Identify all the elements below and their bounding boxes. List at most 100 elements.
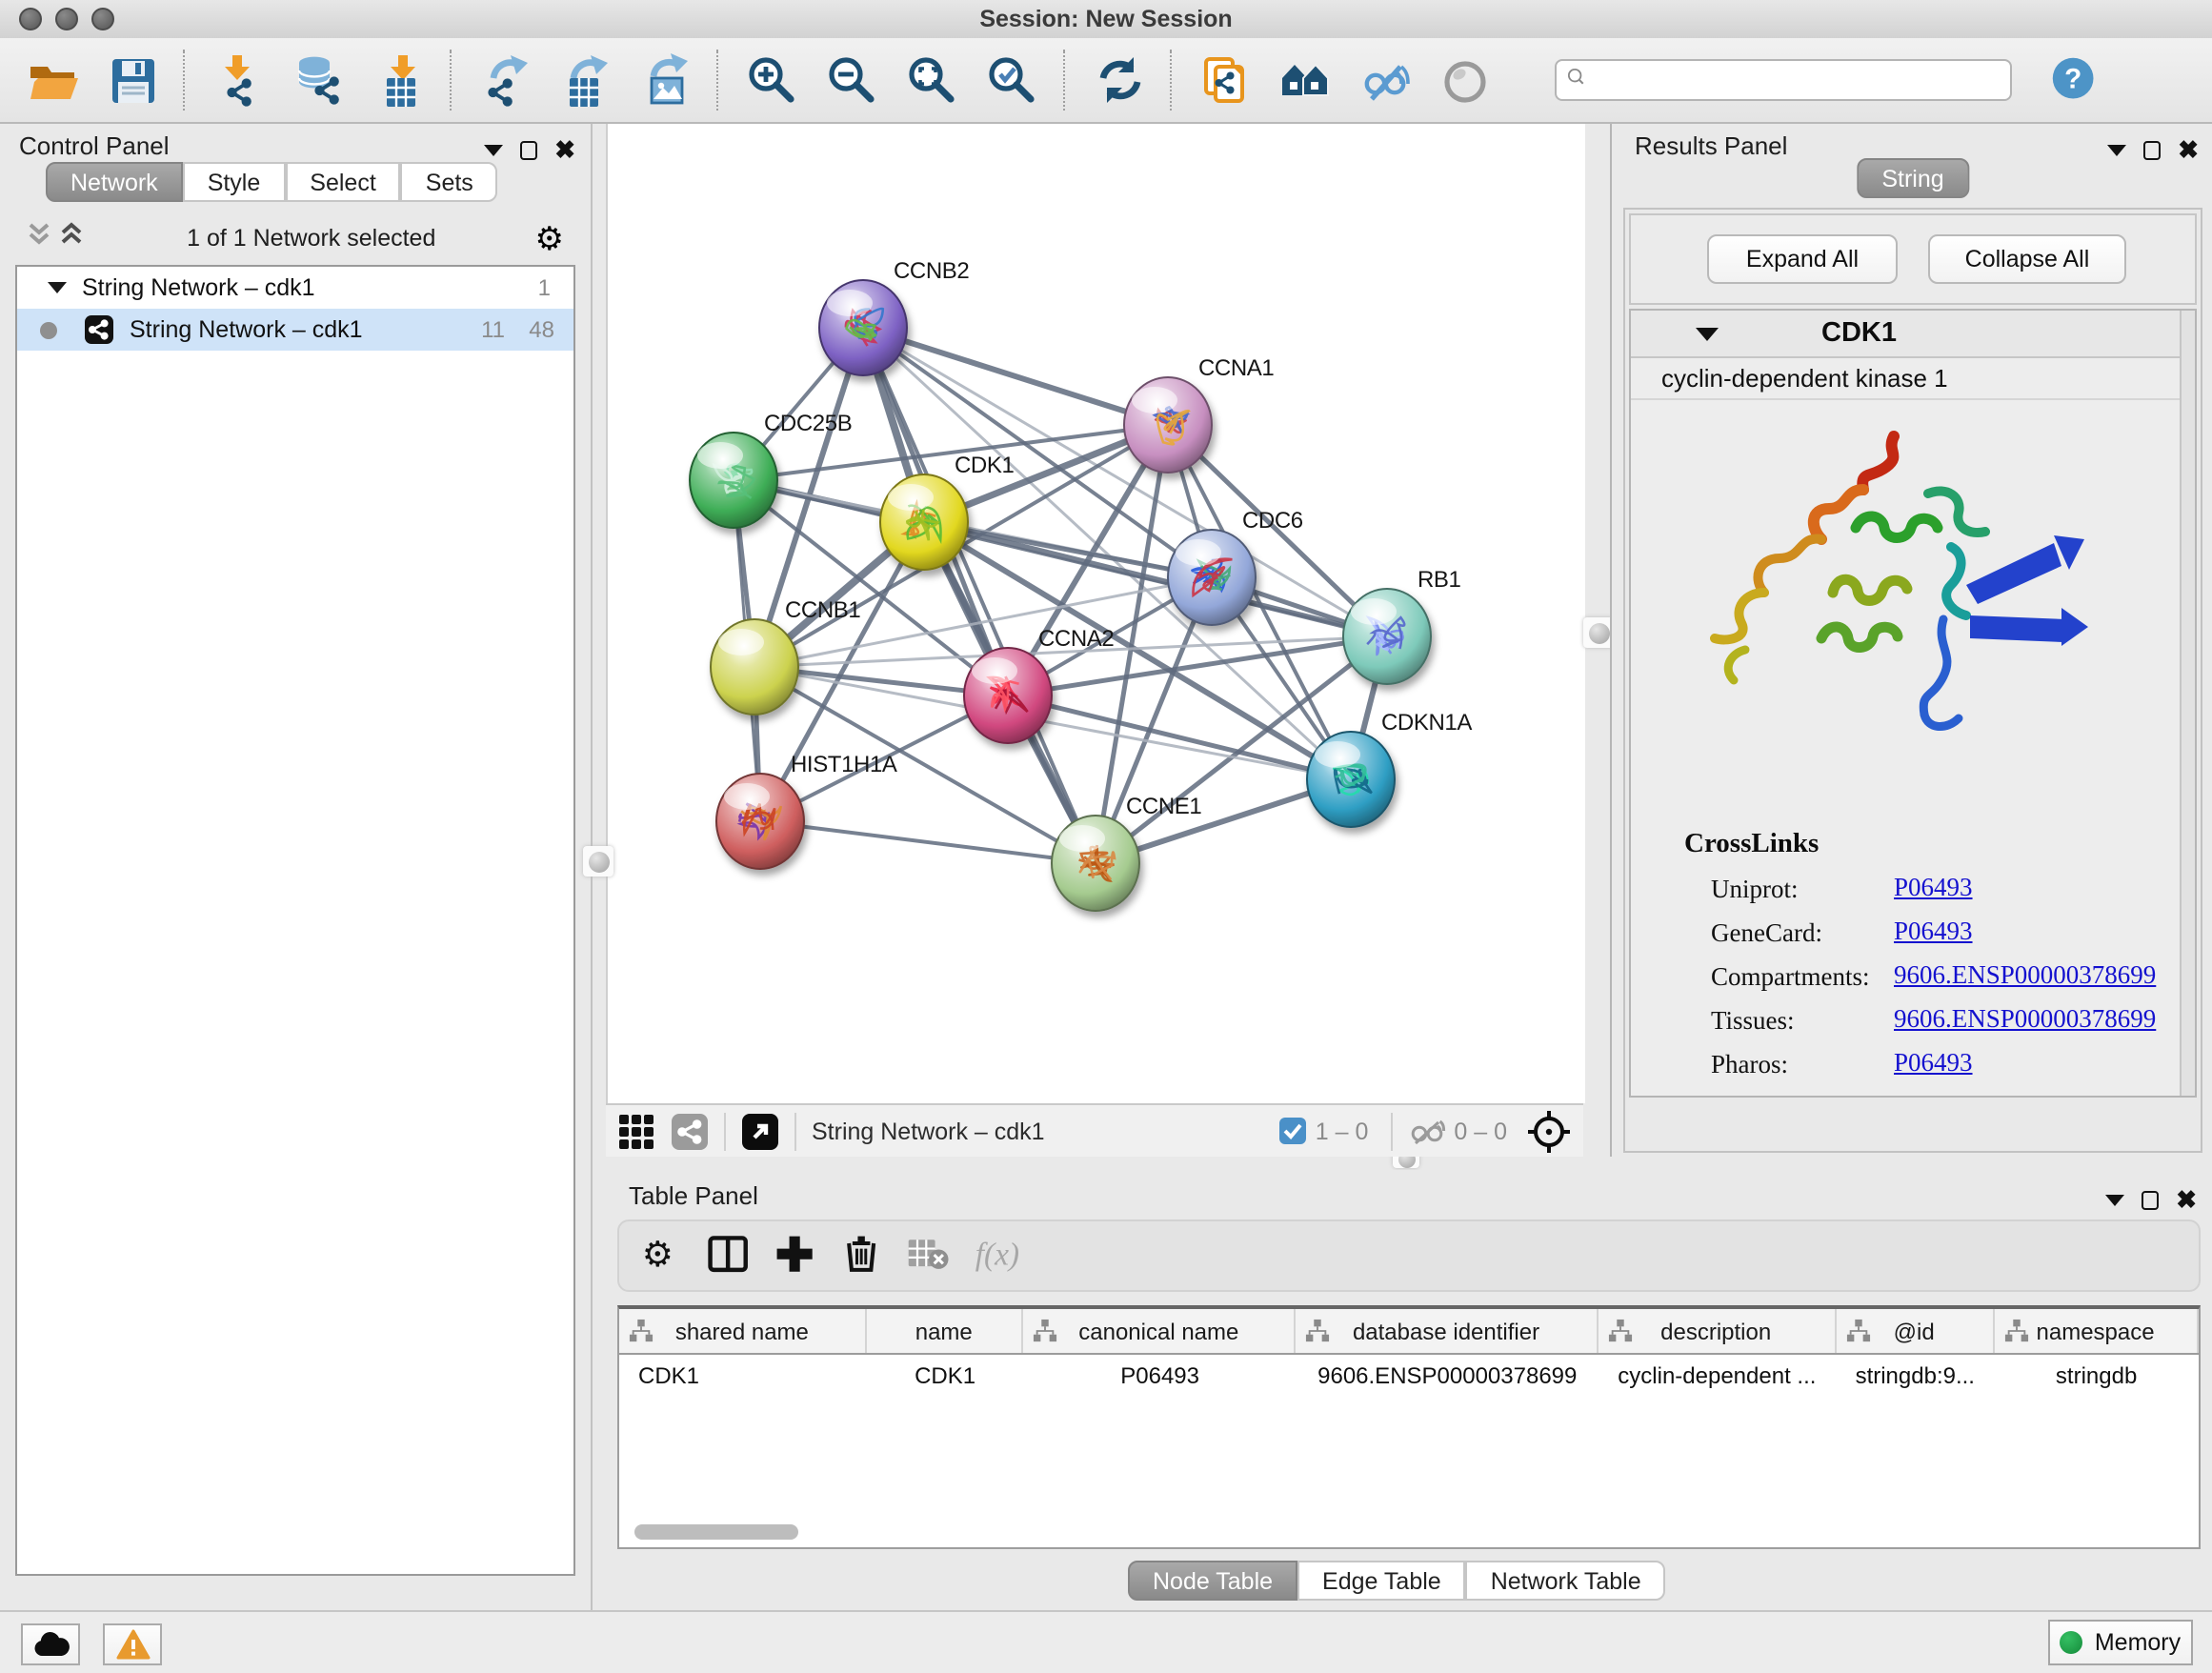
- node-CDK1[interactable]: CDK1: [880, 453, 1014, 570]
- cell-database-identifier[interactable]: 9606.ENSP00000378699: [1297, 1355, 1598, 1395]
- tab-node-table[interactable]: Node Table: [1128, 1561, 1297, 1601]
- save-session-button[interactable]: [99, 48, 164, 112]
- table-row[interactable]: CDK1CDK1P064939606.ENSP00000378699cyclin…: [619, 1355, 2199, 1395]
- edge-HIST1H1A-CCNE1[interactable]: [760, 821, 1096, 863]
- network-options-gear-icon[interactable]: ⚙: [535, 222, 565, 254]
- export-table-button[interactable]: [553, 48, 617, 112]
- expand-all-button[interactable]: Expand All: [1707, 234, 1898, 284]
- open-session-button[interactable]: [19, 48, 84, 112]
- column-header-@id[interactable]: @id: [1836, 1309, 1994, 1353]
- network-edges[interactable]: [734, 328, 1387, 863]
- minimize-panel-icon[interactable]: [484, 145, 503, 156]
- cell-name[interactable]: CDK1: [867, 1355, 1023, 1395]
- import-network-from-file-button[interactable]: [206, 48, 271, 112]
- hide-selected-button[interactable]: [1353, 48, 1418, 112]
- expand-all-networks-icon[interactable]: [59, 220, 84, 256]
- cell-canonical-name[interactable]: P06493: [1023, 1355, 1297, 1395]
- zoom-selected-button[interactable]: [979, 48, 1044, 112]
- float-panel-icon[interactable]: [2143, 141, 2161, 160]
- memory-button[interactable]: Memory: [2048, 1620, 2193, 1665]
- close-panel-icon[interactable]: ✖: [2176, 1191, 2197, 1210]
- zoom-in-button[interactable]: [739, 48, 804, 112]
- search-input[interactable]: [1555, 59, 2012, 101]
- delete-table-button[interactable]: [905, 1231, 955, 1280]
- node-CDKN1A[interactable]: CDKN1A: [1307, 710, 1472, 827]
- cell-shared-name[interactable]: CDK1: [619, 1355, 867, 1395]
- birds-eye-view-icon[interactable]: [617, 1112, 655, 1150]
- crosslink-value-link[interactable]: P06493: [1894, 873, 1973, 903]
- open-in-new-window-icon[interactable]: [741, 1112, 779, 1150]
- cell-description[interactable]: cyclin-dependent ...: [1598, 1355, 1836, 1395]
- column-header-namespace[interactable]: namespace: [1994, 1309, 2199, 1353]
- function-builder-button[interactable]: f(x): [972, 1231, 1021, 1280]
- tab-style[interactable]: Style: [183, 162, 286, 202]
- refresh-view-button[interactable]: [1086, 48, 1151, 112]
- zoom-fit-content-button[interactable]: [899, 48, 964, 112]
- collection-expander-icon[interactable]: [48, 282, 67, 293]
- crosslink-value-link[interactable]: P06493: [1894, 1048, 1973, 1078]
- tab-sets[interactable]: Sets: [401, 162, 498, 202]
- network-graph[interactable]: CCNB2 CCNA1 CDC25B CDK1 CDC6 RB1 CCNB1 C…: [608, 124, 1585, 1103]
- zoom-out-button[interactable]: [819, 48, 884, 112]
- export-network-button[interactable]: [473, 48, 537, 112]
- float-panel-icon[interactable]: [520, 141, 537, 160]
- cell-namespace[interactable]: stringdb: [1994, 1355, 2199, 1395]
- network-canvas[interactable]: CCNB2 CCNA1 CDC25B CDK1 CDC6 RB1 CCNB1 C…: [606, 124, 1585, 1103]
- table-settings-button[interactable]: ⚙: [638, 1231, 688, 1280]
- show-all-graphics-details-button[interactable]: [1433, 48, 1498, 112]
- node-CDC6[interactable]: CDC6: [1168, 508, 1303, 625]
- column-header-canonical-name[interactable]: canonical name: [1023, 1309, 1297, 1353]
- cloud-status-button[interactable]: [21, 1623, 80, 1665]
- edge-CCNB2-CCNA1[interactable]: [863, 328, 1168, 425]
- split-columns-button[interactable]: [705, 1231, 754, 1280]
- left-splitter-handle[interactable]: [583, 846, 613, 877]
- tab-select[interactable]: Select: [285, 162, 401, 202]
- help-button[interactable]: ?: [2042, 48, 2107, 112]
- selected-checkbox-icon[interactable]: [1279, 1117, 1308, 1145]
- edge-CCNB2-CCNE1[interactable]: [863, 328, 1096, 863]
- crosslink-value-link[interactable]: P06493: [1894, 917, 1973, 947]
- network-row[interactable]: String Network – cdk1 11 48: [17, 309, 573, 351]
- delete-column-button[interactable]: [838, 1231, 888, 1280]
- column-header-database-identifier[interactable]: database identifier: [1297, 1309, 1598, 1353]
- protein-header-row[interactable]: CDK1: [1631, 311, 2195, 358]
- warnings-button[interactable]: [103, 1623, 162, 1665]
- node-CCNB2[interactable]: CCNB2: [819, 258, 969, 375]
- node-table[interactable]: shared namename canonical name database …: [617, 1305, 2201, 1549]
- cell-@id[interactable]: stringdb:9...: [1836, 1355, 1994, 1395]
- string-enrichment-button[interactable]: [1193, 48, 1257, 112]
- export-image-button[interactable]: [633, 48, 697, 112]
- add-column-button[interactable]: [772, 1231, 821, 1280]
- node-HIST1H1A[interactable]: HIST1H1A: [716, 752, 897, 869]
- tab-edge-table[interactable]: Edge Table: [1297, 1561, 1466, 1601]
- tab-network[interactable]: Network: [46, 162, 183, 202]
- tab-string[interactable]: String: [1857, 158, 1968, 198]
- table-horizontal-scrollbar[interactable]: [634, 1524, 798, 1540]
- network-nodes[interactable]: CCNB2 CCNA1 CDC25B CDK1 CDC6 RB1 CCNB1 C…: [690, 258, 1472, 911]
- tab-network-table[interactable]: Network Table: [1466, 1561, 1666, 1601]
- column-header-shared-name[interactable]: shared name: [619, 1309, 867, 1353]
- fit-selected-crosshair-icon[interactable]: [1526, 1108, 1572, 1154]
- close-panel-icon[interactable]: ✖: [2178, 141, 2199, 160]
- column-header-description[interactable]: description: [1598, 1309, 1836, 1353]
- import-network-from-database-button[interactable]: [286, 48, 351, 112]
- crosslink-value-link[interactable]: 9606.ENSP00000378699: [1894, 1004, 2156, 1035]
- float-panel-icon[interactable]: [2142, 1191, 2159, 1210]
- node-CCNA1[interactable]: CCNA1: [1124, 355, 1274, 473]
- edge-CCNA2-CDKN1A[interactable]: [1008, 695, 1351, 779]
- results-scrollbar[interactable]: [2180, 311, 2195, 1096]
- network-collection-row[interactable]: String Network – cdk1 1: [17, 267, 573, 309]
- import-table-from-file-button[interactable]: [366, 48, 431, 112]
- close-panel-icon[interactable]: ✖: [554, 141, 575, 160]
- crosslink-value-link[interactable]: 9606.ENSP00000378699: [1894, 960, 2156, 991]
- node-RB1[interactable]: RB1: [1343, 567, 1461, 684]
- minimize-panel-icon[interactable]: [2107, 145, 2126, 156]
- collapse-protein-icon[interactable]: [1696, 328, 1719, 341]
- collapse-all-button[interactable]: Collapse All: [1928, 234, 2126, 284]
- string-view-icon[interactable]: [671, 1112, 709, 1150]
- minimize-panel-icon[interactable]: [2105, 1195, 2124, 1206]
- node-CCNB1[interactable]: CCNB1: [711, 597, 860, 715]
- collapse-all-networks-icon[interactable]: [27, 220, 51, 256]
- network-overview-button[interactable]: [1273, 48, 1337, 112]
- column-header-name[interactable]: name: [867, 1309, 1023, 1353]
